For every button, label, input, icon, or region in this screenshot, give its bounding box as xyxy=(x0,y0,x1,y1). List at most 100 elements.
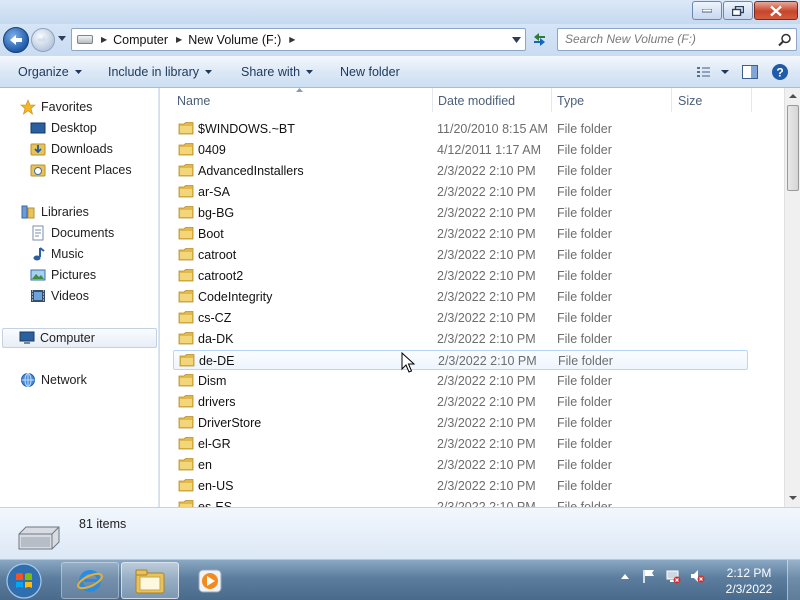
system-clock[interactable]: 2:12 PM 2/3/2022 xyxy=(716,565,782,597)
start-button[interactable] xyxy=(4,561,46,600)
column-size[interactable]: Size xyxy=(678,94,702,108)
file-row[interactable]: de-DE 2/3/2022 2:10 PM File folder xyxy=(173,350,748,370)
column-header-row: Name Date modified Type Size xyxy=(160,88,784,114)
file-row[interactable]: el-GR 2/3/2022 2:10 PM File folder xyxy=(173,434,748,454)
file-row[interactable]: 0409 4/12/2011 1:17 AM File folder xyxy=(173,140,748,160)
file-row[interactable]: CodeIntegrity 2/3/2022 2:10 PM File folder xyxy=(173,287,748,307)
minimize-button[interactable] xyxy=(692,1,722,20)
scroll-up-icon[interactable] xyxy=(785,90,800,106)
show-desktop-button[interactable] xyxy=(787,560,800,600)
file-type: File folder xyxy=(557,395,612,409)
chevron-down-icon[interactable] xyxy=(512,37,521,43)
back-button[interactable] xyxy=(3,27,29,53)
column-type[interactable]: Type xyxy=(557,94,584,108)
column-divider[interactable] xyxy=(551,88,552,112)
breadcrumb-new-volume[interactable]: New Volume (F:) xyxy=(188,33,281,47)
search-box[interactable] xyxy=(557,28,797,51)
nav-favorites[interactable]: Favorites xyxy=(20,97,92,117)
search-input[interactable] xyxy=(565,29,775,49)
file-list: Name Date modified Type Size $WINDOWS.~B… xyxy=(160,88,784,507)
column-divider[interactable] xyxy=(671,88,672,112)
chevron-right-icon[interactable]: ▶ xyxy=(176,35,182,44)
refresh-button[interactable] xyxy=(528,28,551,51)
volume-muted-icon[interactable] xyxy=(689,568,705,584)
file-row[interactable]: cs-CZ 2/3/2022 2:10 PM File folder xyxy=(173,308,748,328)
file-row[interactable]: drivers 2/3/2022 2:10 PM File folder xyxy=(173,392,748,412)
file-row[interactable]: DriverStore 2/3/2022 2:10 PM File folder xyxy=(173,413,748,433)
close-button[interactable] xyxy=(754,1,798,20)
forward-button[interactable] xyxy=(31,28,55,52)
taskbar-media-player[interactable] xyxy=(181,562,239,599)
file-type: File folder xyxy=(557,374,612,388)
nav-music[interactable]: Music xyxy=(30,244,84,264)
file-row[interactable]: ar-SA 2/3/2022 2:10 PM File folder xyxy=(173,182,748,202)
file-row[interactable]: en-US 2/3/2022 2:10 PM File folder xyxy=(173,476,748,496)
view-list-icon xyxy=(697,67,729,77)
title-bar xyxy=(0,0,800,24)
taskbar-windows-explorer[interactable] xyxy=(121,562,179,599)
show-hidden-icons-icon[interactable] xyxy=(617,568,633,584)
nav-downloads[interactable]: Downloads xyxy=(30,139,113,159)
nav-recent-places[interactable]: Recent Places xyxy=(30,160,132,180)
file-row[interactable]: da-DK 2/3/2022 2:10 PM File folder xyxy=(173,329,748,349)
downloads-folder-icon xyxy=(30,143,46,156)
file-row[interactable]: $WINDOWS.~BT 11/20/2010 8:15 AM File folde… xyxy=(173,119,748,139)
nav-network[interactable]: Network xyxy=(20,370,87,390)
network-status-icon[interactable] xyxy=(665,568,681,584)
address-bar[interactable]: ▶ Computer ▶ New Volume (F:) ▶ xyxy=(71,28,526,51)
file-type: File folder xyxy=(557,437,612,451)
file-date-modified: 2/3/2022 2:10 PM xyxy=(437,248,536,262)
chevron-right-icon[interactable]: ▶ xyxy=(289,35,295,44)
file-type: File folder xyxy=(557,248,612,262)
action-center-flag-icon[interactable] xyxy=(641,568,657,584)
include-in-library-button[interactable]: Include in library xyxy=(108,65,213,79)
change-view-button[interactable] xyxy=(694,61,732,83)
column-divider[interactable] xyxy=(432,88,433,112)
nav-libraries[interactable]: Libraries xyxy=(20,202,89,222)
address-row: ▶ Computer ▶ New Volume (F:) ▶ xyxy=(0,24,800,56)
help-icon: ? xyxy=(772,64,788,80)
search-icon[interactable] xyxy=(778,33,792,47)
column-divider[interactable] xyxy=(751,88,752,112)
file-date-modified: 2/3/2022 2:10 PM xyxy=(437,458,536,472)
chevron-right-icon[interactable]: ▶ xyxy=(101,35,107,44)
minimize-icon xyxy=(702,8,712,12)
folder-icon xyxy=(178,185,194,198)
help-button[interactable]: ? xyxy=(768,61,792,83)
share-with-button[interactable]: Share with xyxy=(241,65,314,79)
vertical-scrollbar[interactable] xyxy=(784,88,800,507)
file-row[interactable]: Boot 2/3/2022 2:10 PM File folder xyxy=(173,224,748,244)
taskbar-internet-explorer[interactable] xyxy=(61,562,119,599)
file-name: AdvancedInstallers xyxy=(198,164,304,178)
breadcrumb-computer[interactable]: Computer xyxy=(113,33,168,47)
nav-desktop[interactable]: Desktop xyxy=(30,118,97,138)
organize-button[interactable]: Organize xyxy=(18,65,82,79)
file-name: drivers xyxy=(198,395,236,409)
file-row[interactable]: AdvancedInstallers 2/3/2022 2:10 PM File f… xyxy=(173,161,748,181)
file-row[interactable]: Dism 2/3/2022 2:10 PM File folder xyxy=(173,371,748,391)
file-name: Boot xyxy=(198,227,224,241)
nav-computer[interactable]: Computer xyxy=(2,328,157,348)
network-icon xyxy=(21,373,35,387)
new-folder-button[interactable]: New folder xyxy=(340,65,400,79)
column-name[interactable]: Name xyxy=(177,94,210,108)
file-row[interactable]: catroot2 2/3/2022 2:10 PM File folder xyxy=(173,266,748,286)
scroll-thumb[interactable] xyxy=(787,105,799,191)
file-type: File folder xyxy=(557,416,612,430)
nav-pictures[interactable]: Pictures xyxy=(30,265,96,285)
file-type: File folder xyxy=(557,332,612,346)
nav-documents[interactable]: Documents xyxy=(30,223,114,243)
folder-icon xyxy=(178,437,194,450)
column-date-modified[interactable]: Date modified xyxy=(438,94,515,108)
file-row[interactable]: en 2/3/2022 2:10 PM File folder xyxy=(173,455,748,475)
recent-pages-dropdown-icon[interactable] xyxy=(58,36,66,41)
restore-button[interactable] xyxy=(723,1,753,20)
refresh-icon xyxy=(534,33,545,46)
preview-pane-button[interactable] xyxy=(738,61,762,83)
nav-videos[interactable]: Videos xyxy=(30,286,89,306)
file-row[interactable]: bg-BG 2/3/2022 2:10 PM File folder xyxy=(173,203,748,223)
recent-places-icon xyxy=(30,164,46,177)
file-row[interactable]: es-ES 2/3/2022 2:10 PM File folder xyxy=(173,497,748,507)
file-date-modified: 2/3/2022 2:10 PM xyxy=(437,164,536,178)
file-row[interactable]: catroot 2/3/2022 2:10 PM File folder xyxy=(173,245,748,265)
